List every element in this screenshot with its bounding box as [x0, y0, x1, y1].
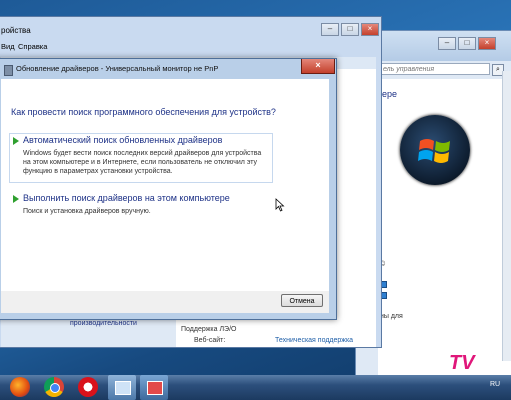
watermark-logo: TV — [449, 352, 475, 374]
dialog-question: Как провести поиск программного обеспече… — [11, 107, 276, 117]
menu-bar: Вид Справка — [1, 42, 381, 55]
option-description: Поиск и установка драйверов вручную. — [23, 208, 151, 215]
network-app-icon[interactable] — [108, 375, 136, 400]
window-title: ройства — [1, 26, 31, 35]
close-button[interactable]: × — [478, 37, 496, 50]
chrome-icon[interactable] — [44, 377, 64, 397]
maximize-button[interactable]: □ — [341, 23, 359, 36]
option-title: Автоматический поиск обновленных драйвер… — [23, 135, 223, 145]
green-arrow-icon — [13, 137, 19, 145]
driver-update-dialog: Обновление драйверов - Универсальный мон… — [0, 58, 337, 320]
dialog-content: Как провести поиск программного обеспече… — [1, 79, 329, 291]
windows-logo — [400, 115, 470, 185]
device-glyph-icon — [147, 381, 163, 395]
firefox-icon[interactable] — [10, 377, 30, 397]
minimize-button[interactable]: – — [321, 23, 339, 36]
network-glyph-icon — [115, 381, 131, 395]
tech-support-link[interactable]: Техническая поддержка — [275, 337, 353, 344]
menu-item-view[interactable]: Вид — [1, 42, 15, 51]
taskbar — [0, 375, 511, 400]
close-button[interactable]: × — [361, 23, 379, 36]
system-window-content: ере © ны для — [378, 79, 511, 376]
language-indicator[interactable]: RU — [490, 381, 500, 388]
cancel-button[interactable]: Отмена — [281, 294, 323, 307]
close-button[interactable]: × — [301, 59, 335, 74]
device-app-icon[interactable] — [140, 375, 168, 400]
system-info-text: ны для — [380, 313, 403, 320]
option-title: Выполнить поиск драйверов на этом компью… — [23, 193, 230, 203]
support-heading: Поддержка ЛЭ/О — [181, 326, 237, 333]
system-heading: ере — [382, 89, 398, 99]
auto-search-option[interactable]: Автоматический поиск обновленных драйвер… — [9, 133, 273, 183]
mouse-cursor-icon — [275, 198, 285, 212]
maximize-button[interactable]: □ — [458, 37, 476, 50]
device-icon — [4, 65, 13, 76]
website-label: Веб-сайт: — [194, 337, 226, 344]
menu-item-help[interactable]: Справка — [18, 42, 47, 51]
scrollbar[interactable] — [502, 71, 511, 361]
opera-icon[interactable] — [78, 377, 98, 397]
search-input[interactable]: ель управления — [378, 63, 490, 75]
dialog-title: Обновление драйверов - Универсальный мон… — [16, 64, 219, 73]
browse-computer-option[interactable]: Выполнить поиск драйверов на этом компью… — [9, 191, 273, 226]
windows-flag-icon — [418, 139, 450, 163]
option-description: Windows будет вести поиск последних верс… — [23, 150, 262, 175]
dialog-footer — [1, 291, 329, 313]
green-arrow-icon — [13, 195, 19, 203]
minimize-button[interactable]: – — [438, 37, 456, 50]
